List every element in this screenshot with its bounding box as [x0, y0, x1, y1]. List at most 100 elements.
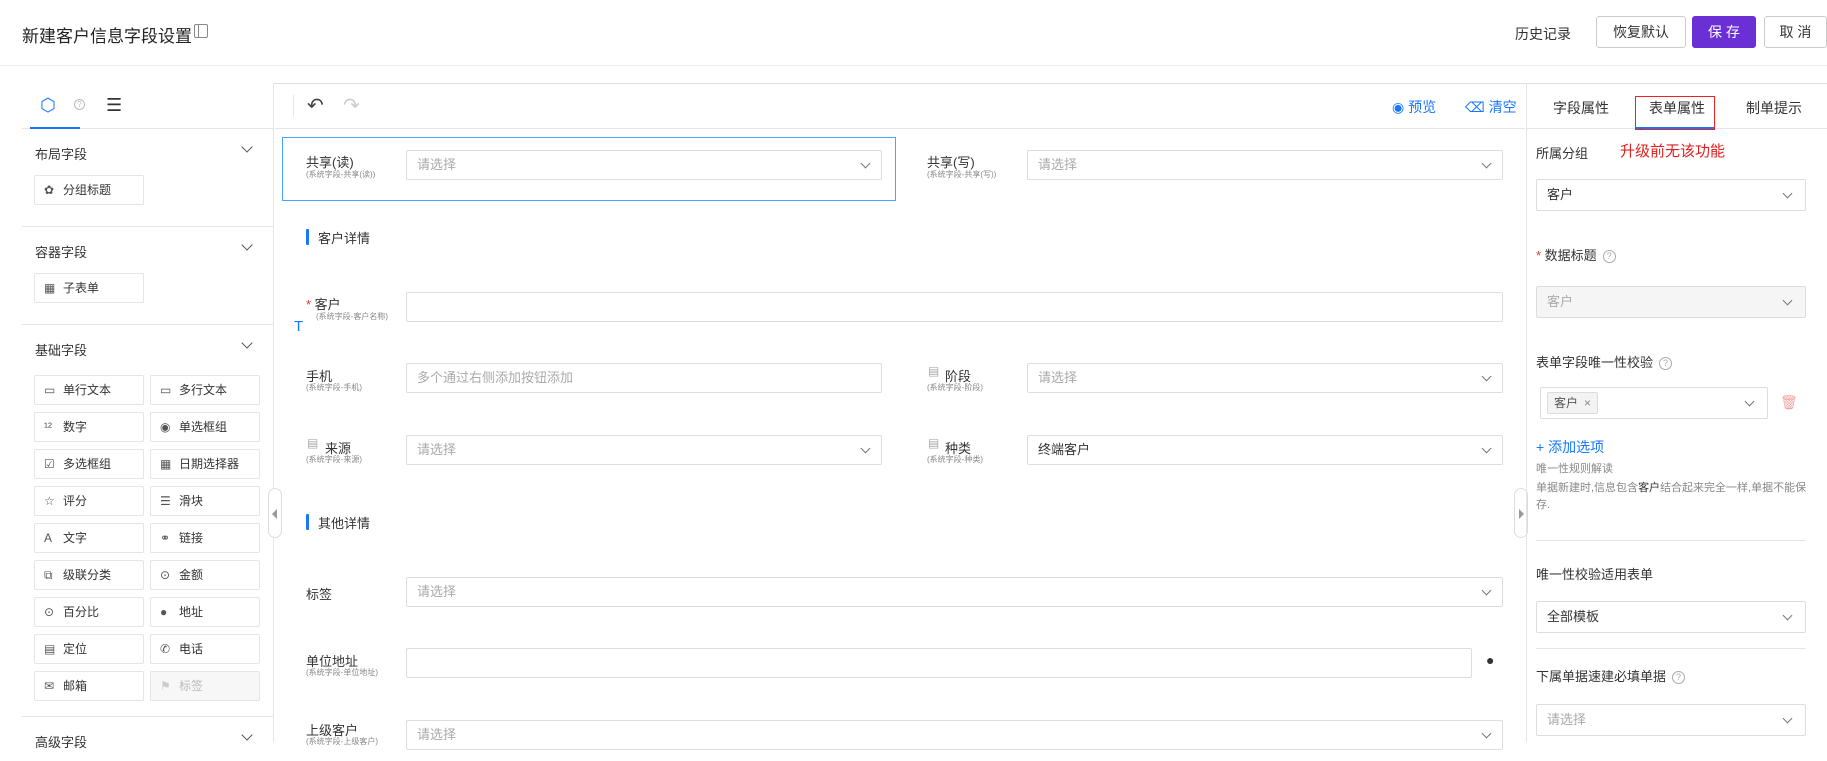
- palette-item-label: 标签: [179, 679, 204, 693]
- add-option-link[interactable]: + 添加选项: [1536, 437, 1604, 457]
- help-icon[interactable]: ?: [74, 99, 85, 110]
- textarea-icon: ▭: [160, 383, 172, 397]
- rule-text: 单据新建时,信息包含: [1536, 482, 1639, 494]
- label-text: 表单字段唯一性校验: [1536, 355, 1654, 370]
- share-write-select[interactable]: 请选择: [1027, 150, 1503, 180]
- palette-item-amount[interactable]: ⊙ 金额: [150, 560, 260, 590]
- tab-field-properties[interactable]: 字段属性: [1553, 98, 1609, 118]
- mail-icon: ✉: [44, 679, 55, 693]
- select-value: 客户: [1547, 294, 1574, 309]
- close-icon[interactable]: ×: [1584, 396, 1591, 410]
- palette-item-label: 定位: [63, 642, 88, 656]
- tags-select[interactable]: 请选择: [406, 577, 1503, 607]
- tree-structure-icon[interactable]: ☰: [106, 95, 122, 116]
- field-sub-label: (系统字段-单位地址): [306, 668, 378, 677]
- palette-item-text[interactable]: A 文字: [34, 523, 144, 553]
- redo-icon[interactable]: ↷: [343, 93, 360, 118]
- restore-default-button[interactable]: 恢复默认: [1596, 16, 1686, 48]
- label-text: 数据标题: [1544, 248, 1597, 263]
- required-mark: *: [306, 297, 315, 312]
- trash-icon[interactable]: 🗑: [1780, 394, 1798, 411]
- section-header[interactable]: 布局字段: [22, 129, 273, 173]
- share-read-select[interactable]: 请选择: [406, 150, 882, 180]
- palette-item-email[interactable]: ✉ 邮箱: [34, 671, 144, 701]
- palette-item-number[interactable]: ¹² 数字: [34, 412, 144, 442]
- data-title-label: * 数据标题?: [1536, 245, 1616, 264]
- palette-item-phone[interactable]: ✆ 电话: [150, 634, 260, 664]
- palette-item-group-title[interactable]: ✿ 分组标题: [34, 175, 144, 205]
- unique-field-select[interactable]: 客户 ×: [1540, 387, 1768, 419]
- palette-item-label: 分组标题: [63, 183, 112, 197]
- chevron-down-icon[interactable]: [241, 239, 253, 251]
- layout-icon[interactable]: [194, 24, 208, 38]
- chevron-down-icon: [1782, 713, 1793, 724]
- palette-item-multi-line-text[interactable]: ▭ 多行文本: [150, 375, 260, 405]
- property-tabs: 字段属性 表单属性 制单提示: [1527, 83, 1827, 130]
- history-link[interactable]: 历史记录: [1515, 24, 1571, 44]
- palette-item-single-line-text[interactable]: ▭ 单行文本: [34, 375, 144, 405]
- divider: [1536, 648, 1806, 649]
- help-icon[interactable]: ?: [1672, 671, 1686, 684]
- palette-item-subform[interactable]: ▦ 子表单: [34, 273, 144, 303]
- field-sub-label: (系统字段-共享(写)): [927, 170, 997, 179]
- section-header[interactable]: 容器字段: [22, 227, 273, 271]
- map-pin-icon[interactable]: ●: [1486, 652, 1494, 668]
- stage-select[interactable]: 请选择: [1027, 363, 1503, 393]
- sub-document-select[interactable]: 请选择: [1536, 704, 1806, 736]
- palette-item-address[interactable]: ● 地址: [150, 597, 260, 627]
- link-icon: ⚭: [160, 531, 171, 545]
- palette-item-slider[interactable]: ☰ 滑块: [150, 486, 260, 516]
- preview-button[interactable]: ◉ 预览: [1392, 97, 1436, 117]
- bookmark-icon: ⚑: [160, 679, 171, 693]
- apply-form-select[interactable]: 全部模板: [1536, 601, 1806, 633]
- select-value: 终端客户: [1038, 442, 1091, 457]
- select-placeholder: 请选择: [417, 727, 457, 742]
- phone-icon: ✆: [160, 642, 171, 656]
- tab-order-tips[interactable]: 制单提示: [1746, 98, 1802, 118]
- palette-item-tag: ⚑ 标签: [150, 671, 260, 701]
- customer-input[interactable]: [406, 292, 1503, 322]
- undo-icon[interactable]: ↶: [307, 93, 324, 118]
- chevron-down-icon[interactable]: [241, 141, 253, 153]
- kind-select[interactable]: 终端客户: [1027, 435, 1503, 465]
- palette-item-location[interactable]: ▤ 定位: [34, 634, 144, 664]
- palette-item-label: 邮箱: [63, 679, 88, 693]
- group-select[interactable]: 客户: [1536, 179, 1806, 211]
- palette-item-label: 地址: [179, 605, 204, 619]
- palette-item-rating[interactable]: ☆ 评分: [34, 486, 144, 516]
- section-header[interactable]: 基础字段: [22, 325, 273, 369]
- palette-item-percent[interactable]: ⊙ 百分比: [34, 597, 144, 627]
- top-bar: 新建客户信息字段设置 历史记录 恢复默认 保 存 取 消: [0, 0, 1827, 66]
- palette-item-date-picker[interactable]: ▦ 日期选择器: [150, 449, 260, 479]
- chevron-down-icon: [1481, 371, 1492, 382]
- section-header[interactable]: 高级字段: [22, 717, 273, 761]
- help-icon[interactable]: ?: [1659, 357, 1673, 370]
- clear-button[interactable]: ⌫ 清空: [1465, 97, 1517, 117]
- select-value: 客户: [1547, 187, 1574, 202]
- section-advanced-fields: 高级字段: [22, 717, 273, 757]
- palette-item-checkbox-group[interactable]: ☑ 多选框组: [34, 449, 144, 479]
- document-icon: ▤: [307, 436, 319, 450]
- section-container-fields: 容器字段 ▦ 子表单: [22, 227, 273, 325]
- palette-item-label: 级联分类: [63, 568, 112, 582]
- field-palette: ⬡ ? ☰ 布局字段 ✿ 分组标题 容器字段 ▦ 子表单 基础字段 ▭ 单行文本 ▭ 多…: [22, 83, 274, 750]
- address-input[interactable]: [406, 648, 1472, 678]
- palette-item-radio-group[interactable]: ◉ 单选框组: [150, 412, 260, 442]
- cube-icon[interactable]: ⬡: [40, 95, 56, 116]
- source-select[interactable]: 请选择: [406, 435, 882, 465]
- parent-customer-select[interactable]: 请选择: [406, 720, 1503, 750]
- chevron-down-icon[interactable]: [241, 337, 253, 349]
- apply-form-label: 唯一性校验适用表单: [1536, 567, 1654, 582]
- save-button[interactable]: 保 存: [1692, 16, 1756, 48]
- data-title-select: 客户: [1536, 286, 1806, 318]
- cancel-button[interactable]: 取 消: [1764, 16, 1827, 48]
- palette-item-link[interactable]: ⚭ 链接: [150, 523, 260, 553]
- phone-input[interactable]: 多个通过右侧添加按钮添加: [406, 363, 882, 393]
- palette-item-label: 子表单: [63, 281, 100, 295]
- selected-tag: 客户 ×: [1547, 392, 1599, 414]
- help-icon[interactable]: ?: [1602, 250, 1616, 263]
- palette-item-cascade[interactable]: ⧉ 级联分类: [34, 560, 144, 590]
- palette-item-label: 多行文本: [179, 383, 228, 397]
- upgrade-note: 升级前无该功能: [1620, 143, 1726, 160]
- chevron-down-icon[interactable]: [241, 729, 253, 741]
